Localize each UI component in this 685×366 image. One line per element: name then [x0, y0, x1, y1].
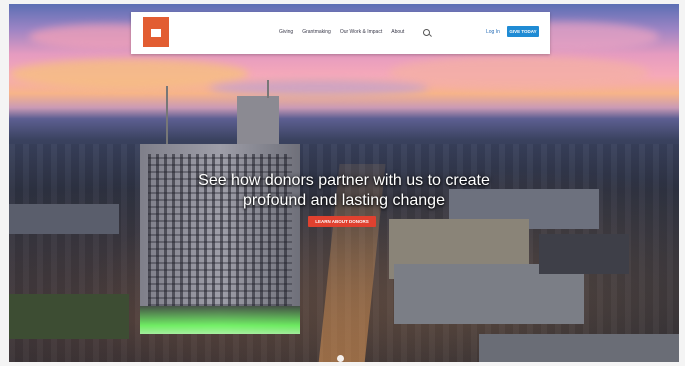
search-icon[interactable] [423, 29, 430, 36]
building [9, 204, 119, 234]
site-logo[interactable] [143, 17, 169, 47]
learn-about-donors-button[interactable]: LEARN ABOUT DONORS [308, 216, 376, 227]
sunset-cloud [209, 80, 429, 96]
nav-item-giving[interactable]: Giving [279, 28, 293, 36]
lawn [9, 294, 129, 339]
hero-title: See how donors partner with us to create… [198, 172, 490, 209]
give-today-button[interactable]: GIVE TODAY [507, 26, 539, 37]
building [539, 234, 629, 274]
building [479, 334, 679, 362]
nav-item-grantmaking[interactable]: Grantmaking [302, 28, 331, 36]
carousel-dot[interactable] [337, 355, 344, 362]
nav-item-our-work-impact[interactable]: Our Work & Impact [340, 28, 382, 36]
nav-item-about[interactable]: About [391, 28, 404, 36]
antenna [166, 86, 168, 146]
sunset-cloud [9, 59, 249, 89]
site-header: Giving Grantmaking Our Work & Impact Abo… [131, 12, 550, 54]
tower-green-lights [140, 306, 300, 334]
login-link[interactable]: Log In [486, 29, 500, 35]
main-nav: Giving Grantmaking Our Work & Impact Abo… [279, 28, 404, 36]
antenna [267, 80, 269, 98]
tower-top [237, 96, 279, 148]
sunset-cloud [389, 56, 649, 90]
